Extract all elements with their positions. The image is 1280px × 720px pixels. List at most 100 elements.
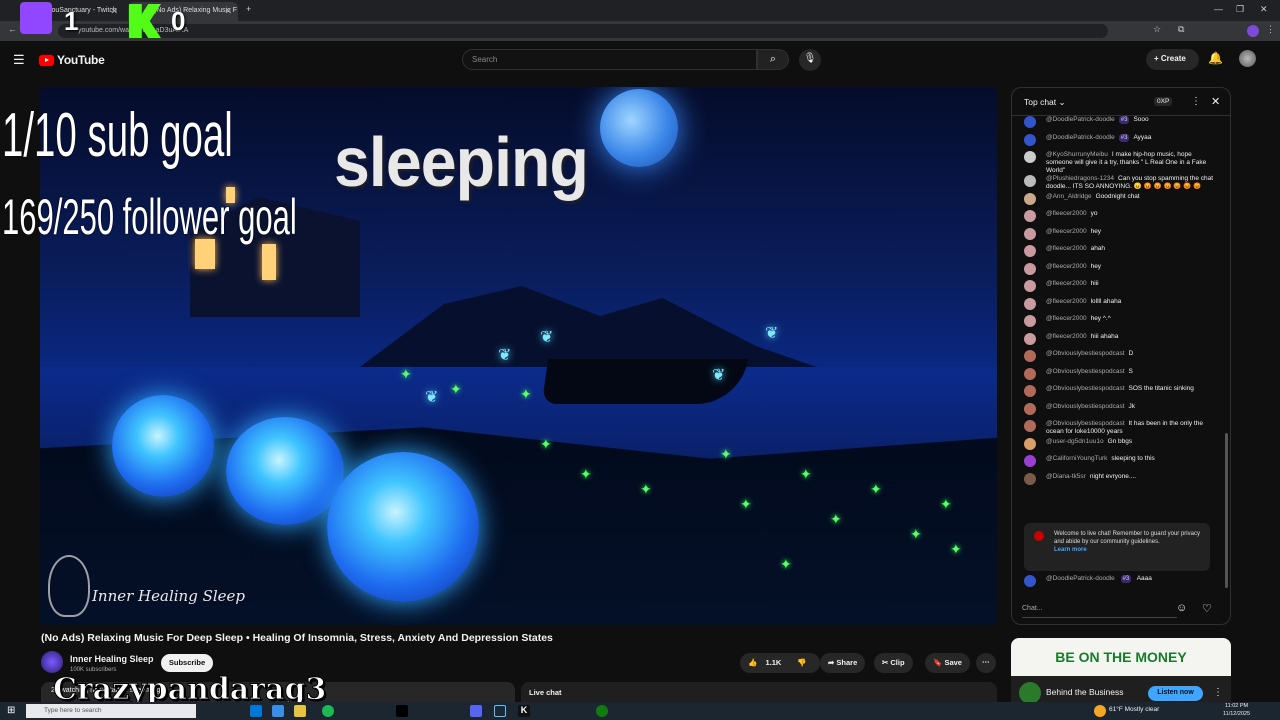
chat-author[interactable]: @Obviouslybestiespodcast [1046,403,1125,410]
chat-author[interactable]: @Ann_Aldridge [1046,193,1092,200]
chat-author[interactable]: @Obviouslybestiespodcast [1046,350,1125,357]
chat-avatar[interactable] [1024,315,1036,327]
youtube-logo[interactable]: YouTube [39,53,105,67]
address-bar[interactable]: youtube.com/watch?v=...aD3uAtKA [58,24,1108,38]
chat-avatar[interactable] [1024,151,1036,163]
chat-avatar[interactable] [1024,455,1036,467]
voice-search-button[interactable]: 🎙 [799,49,821,71]
hamburger-menu-icon[interactable]: ☰ [13,52,25,68]
chat-author[interactable]: @fleecer2000 [1046,263,1087,270]
live-chat-replay-bar[interactable]: Live chat [521,682,997,702]
chat-author[interactable]: @DoodlePatrick-doodle [1046,575,1115,582]
learn-more-link[interactable]: Learn more [1054,547,1087,553]
ad-card[interactable]: BE ON THE MONEY Behind the Business List… [1011,638,1231,708]
extensions-icon[interactable]: ⧉ [1178,24,1184,35]
chat-avatar[interactable] [1024,133,1036,146]
close-icon[interactable]: ✕ [224,6,232,17]
notifications-bell-icon[interactable]: 🔔 [1208,51,1223,65]
chat-author[interactable]: @Plushiedragons-1234 [1046,175,1114,182]
chat-author[interactable]: @fleecer2000 [1046,280,1087,287]
chat-author[interactable]: @DoodlePatrick-doodle [1046,134,1115,141]
minimize-icon[interactable]: — [1214,4,1223,14]
chat-author[interactable]: @fleecer2000 [1046,298,1087,305]
weather-text[interactable]: 61°F Mostly clear [1109,706,1159,713]
discord-icon[interactable] [470,705,482,717]
chat-avatar[interactable] [1024,116,1036,128]
chat-author[interactable]: @CaliforniYoungTurk [1046,455,1107,462]
chat-author[interactable]: @fleecer2000 [1046,228,1087,235]
like-count[interactable]: 1.1K [765,658,781,667]
chat-author[interactable]: @fleecer2000 [1046,210,1087,217]
file-explorer-icon[interactable] [294,705,306,717]
chat-scrollbar[interactable] [1225,433,1228,588]
clock-time[interactable]: 11:02 PM [1225,703,1248,709]
listen-now-button[interactable]: Listen now [1148,686,1203,701]
emoji-icon[interactable]: ☺ [1176,602,1187,614]
create-button[interactable]: + Create [1146,49,1199,70]
chat-avatar[interactable] [1024,297,1036,310]
xp-badge[interactable]: 0XP [1154,97,1173,106]
window-close-icon[interactable]: ✕ [1260,4,1268,15]
search-button[interactable]: ⌕ [757,49,789,70]
chat-avatar[interactable] [1024,332,1036,345]
maximize-icon[interactable]: ❐ [1236,4,1244,15]
chat-avatar[interactable] [1024,192,1036,205]
chat-author[interactable]: @Diana-tk5sr [1046,473,1086,480]
chat-author[interactable]: @Obviouslybestiespodcast [1046,368,1125,375]
clock-date[interactable]: 11/12/2025 [1223,711,1250,717]
chat-author[interactable]: @user-dg5dn1uu1o [1046,438,1104,445]
chat-avatar[interactable] [1024,227,1036,240]
chat-input[interactable]: Chat... [1022,600,1177,618]
chat-avatar[interactable] [1024,280,1036,292]
thumbs-down-icon[interactable]: 👎 [797,658,806,667]
chat-author[interactable]: @fleecer2000 [1046,245,1087,252]
windows-start-icon[interactable]: ⊞ [7,705,15,716]
taskbar-search-input[interactable]: Type here to search [26,704,196,718]
close-chat-icon[interactable]: ✕ [1211,95,1220,108]
chat-avatar[interactable] [1024,437,1036,450]
chat-author[interactable]: @fleecer2000 [1046,315,1087,322]
heart-icon[interactable]: ♡ [1202,602,1212,615]
chat-avatar[interactable] [1024,385,1036,397]
close-icon[interactable]: ✕ [110,6,118,17]
browser-icon[interactable] [272,705,284,717]
chat-avatar[interactable] [1024,367,1036,380]
chat-menu-icon[interactable]: ⋮ [1191,96,1201,107]
kick-app-icon[interactable]: K [518,705,530,717]
chat-author[interactable]: @fleecer2000 [1046,333,1087,340]
chat-author[interactable]: @Obviouslybestiespodcast [1046,420,1125,427]
chat-author[interactable]: @Obviouslybestiespodcast [1046,385,1125,392]
chat-avatar[interactable] [1024,175,1036,187]
steam-icon[interactable] [494,705,506,717]
edge-icon[interactable] [250,705,262,717]
chat-avatar[interactable] [1024,402,1036,415]
chat-avatar[interactable] [1024,262,1036,275]
account-avatar[interactable] [1239,50,1256,67]
share-button[interactable]: ➦ Share [820,653,866,673]
clip-button[interactable]: ✂ Clip [874,653,913,673]
chat-avatar[interactable] [1024,210,1036,222]
more-actions-button[interactable]: ⋯ [976,653,996,673]
save-button[interactable]: 🔖 Save [925,653,970,673]
chat-author[interactable]: @KyoShurrunyMeibu [1046,151,1108,158]
profile-icon[interactable] [1247,25,1259,37]
ad-menu-icon[interactable]: ⋮ [1213,687,1223,698]
tiktok-icon[interactable] [396,705,408,717]
subscribe-button[interactable]: Subscribe [161,654,213,672]
channel-avatar[interactable] [41,651,63,673]
menu-dots-icon[interactable]: ⋮ [1266,24,1275,35]
chat-mode-dropdown[interactable]: Top chat ⌄ [1024,97,1066,108]
channel-name[interactable]: Inner Healing Sleep [70,654,154,664]
new-tab-icon[interactable]: + [246,4,251,14]
search-input[interactable]: Search [462,49,757,70]
chat-avatar[interactable] [1024,472,1036,485]
back-icon[interactable]: ← [8,24,17,34]
chat-avatar[interactable] [1024,420,1036,432]
spotify-icon[interactable] [322,705,334,717]
chat-author[interactable]: @DoodlePatrick-doodle [1046,116,1115,123]
chat-avatar[interactable] [1024,245,1036,257]
xbox-icon[interactable] [596,705,608,717]
thumbs-up-icon[interactable]: 👍 [748,658,757,667]
chat-avatar[interactable] [1024,350,1036,362]
bookmark-star-icon[interactable]: ☆ [1153,24,1161,35]
